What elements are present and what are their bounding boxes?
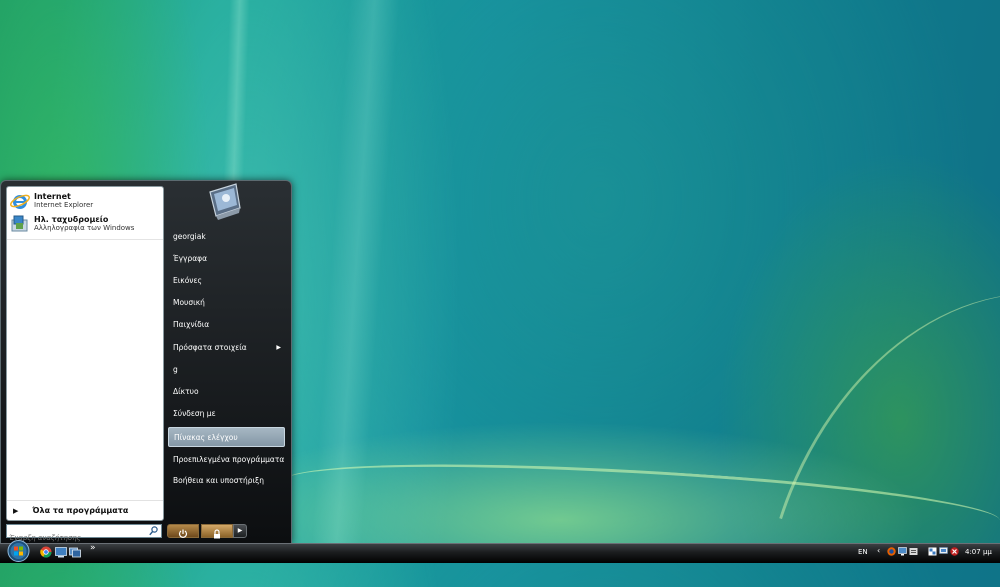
start-menu-item-recent[interactable]: Πρόσφατα στοιχεία ▶ bbox=[168, 338, 285, 358]
start-menu-item-g[interactable]: g bbox=[168, 360, 285, 380]
muted-icon[interactable] bbox=[950, 547, 959, 556]
internet-explorer-icon bbox=[10, 194, 30, 209]
start-menu-item-music[interactable]: Μουσική bbox=[168, 293, 285, 313]
all-programs-button[interactable]: ▶ Όλα τα προγράμματα bbox=[7, 500, 163, 520]
power-icon bbox=[178, 529, 188, 538]
user-picture-icon[interactable] bbox=[206, 182, 242, 220]
start-menu-item-connect-to[interactable]: Σύνδεση με bbox=[168, 404, 285, 424]
power-button[interactable] bbox=[167, 524, 199, 538]
firefox-icon[interactable] bbox=[887, 547, 896, 556]
chevron-right-icon: ▶ bbox=[237, 527, 243, 534]
switch-windows-icon[interactable] bbox=[69, 546, 81, 558]
start-menu-item-default-programs[interactable]: Προεπιλεγμένα προγράμματα bbox=[168, 450, 285, 470]
start-orb-icon[interactable] bbox=[5, 540, 32, 562]
start-menu-item-control-panel[interactable]: Πίνακας ελέγχου bbox=[168, 427, 285, 447]
wallpaper-streak bbox=[310, 0, 400, 562]
all-programs-label: Όλα τα προγράμματα bbox=[32, 506, 129, 515]
chrome-icon[interactable] bbox=[40, 546, 52, 558]
pinned-item-title: Internet bbox=[34, 191, 71, 201]
lock-icon bbox=[214, 529, 220, 539]
pinned-item-mail[interactable]: Ηλ. ταχυδρομείο Αλληλογραφία των Windows bbox=[10, 212, 160, 235]
security-icon[interactable] bbox=[928, 547, 937, 556]
start-menu-item-pictures[interactable]: Εικόνες bbox=[168, 271, 285, 291]
volume-icon[interactable] bbox=[909, 547, 918, 556]
pinned-item-subtitle: Αλληλογραφία των Windows bbox=[34, 223, 135, 232]
start-menu-item-label: Πρόσφατα στοιχεία bbox=[173, 343, 247, 352]
taskbar-clock[interactable]: 4:07 μμ bbox=[965, 548, 992, 556]
start-menu-item-user[interactable]: georgiak bbox=[168, 227, 285, 247]
pinned-item-subtitle: Internet Explorer bbox=[34, 200, 94, 209]
start-menu-item-documents[interactable]: Έγγραφα bbox=[168, 249, 285, 269]
start-search-box[interactable] bbox=[6, 524, 162, 544]
search-icon[interactable] bbox=[149, 526, 158, 536]
pinned-item-internet[interactable]: Internet Internet Explorer bbox=[10, 189, 160, 212]
start-menu-item-help[interactable]: Βοήθεια και υποστήριξη bbox=[168, 471, 285, 491]
network-icon[interactable] bbox=[898, 547, 907, 556]
lock-button[interactable] bbox=[201, 524, 233, 539]
pinned-programs: Internet Internet Explorer Ηλ. ταχυδρομε… bbox=[7, 187, 163, 240]
taskbar bbox=[0, 543, 1000, 563]
wallpaper-streak bbox=[278, 444, 1000, 559]
windows-mail-icon bbox=[11, 215, 28, 231]
start-menu-item-games[interactable]: Παιχνίδια bbox=[168, 315, 285, 335]
language-indicator[interactable]: EN bbox=[858, 548, 868, 556]
start-menu-programs-pane: Internet Internet Explorer Ηλ. ταχυδρομε… bbox=[6, 186, 164, 521]
shutdown-options-button[interactable]: ▶ bbox=[233, 524, 247, 538]
chevron-right-icon: ▶ bbox=[13, 506, 19, 515]
display-icon[interactable] bbox=[939, 547, 948, 556]
tray-expand-icon[interactable]: ‹ bbox=[877, 546, 880, 555]
pinned-item-title: Ηλ. ταχυδρομείο bbox=[34, 214, 109, 224]
submenu-arrow-icon: ▶ bbox=[276, 344, 281, 351]
show-desktop-icon[interactable] bbox=[55, 546, 67, 558]
toolbar-overflow-icon[interactable]: » bbox=[90, 543, 96, 553]
wallpaper-streak bbox=[779, 232, 1000, 587]
start-menu-item-network[interactable]: Δίκτυο bbox=[168, 382, 285, 402]
